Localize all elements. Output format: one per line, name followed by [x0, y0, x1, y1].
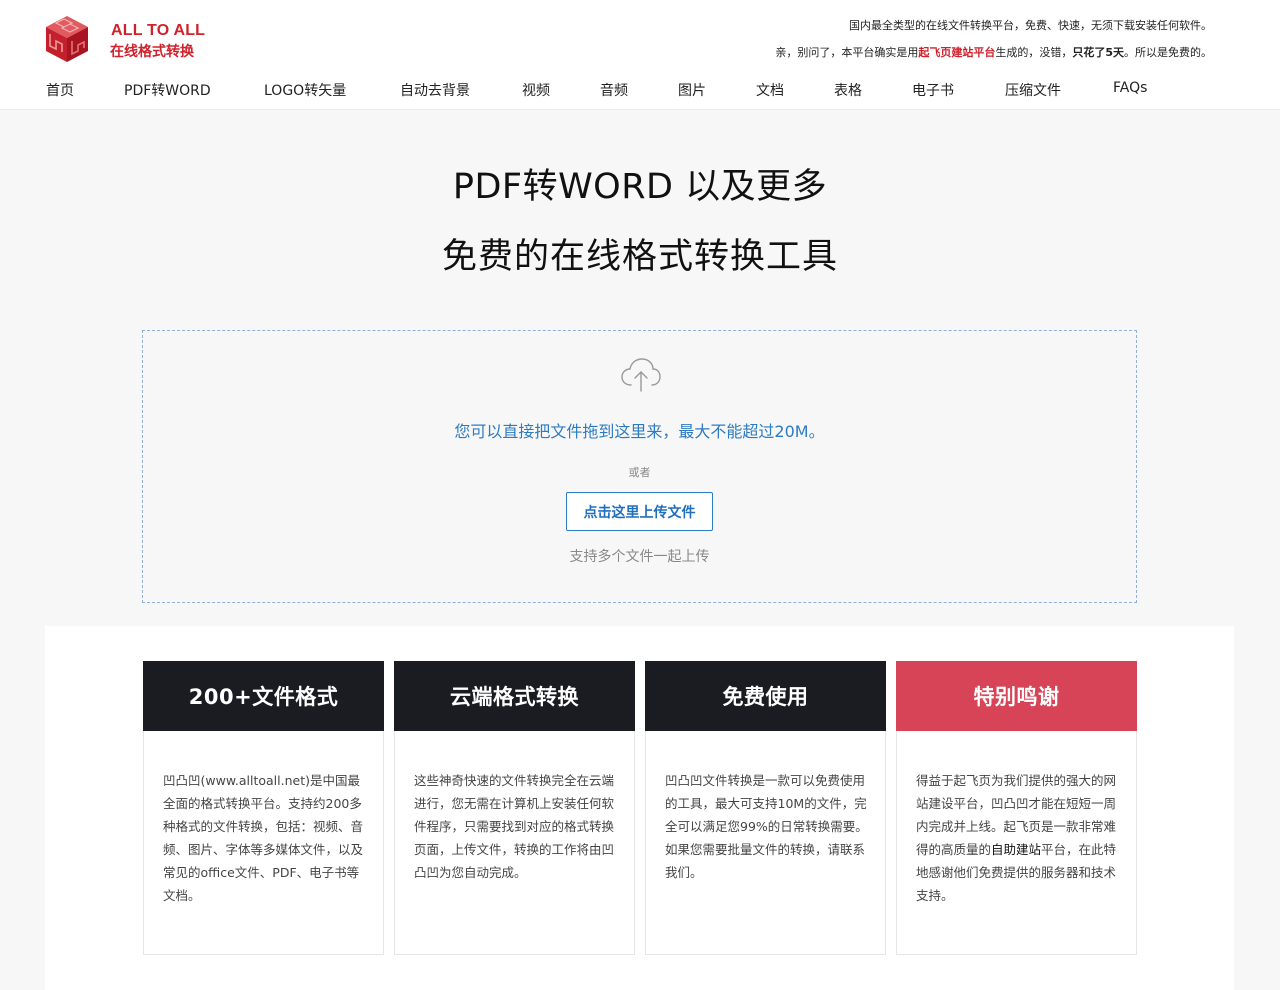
feature-card-formats: 200+文件格式 凹凸凹(www.alltoall.net)是中国最全面的格式转…: [143, 661, 384, 955]
nav-item-document[interactable]: 文档: [756, 80, 784, 100]
nav-item-audio[interactable]: 音频: [600, 80, 628, 100]
feature-text: 凹凸凹文件转换是一款可以免费使用的工具，最大可支持10M的文件，完全可以满足您9…: [665, 773, 868, 880]
multi-upload-hint: 支持多个文件一起上传: [569, 549, 710, 565]
or-separator: 或者: [628, 466, 651, 479]
nav-item-spreadsheet[interactable]: 表格: [834, 80, 862, 100]
nav-item-ebook[interactable]: 电子书: [912, 80, 954, 100]
feature-title: 云端格式转换: [394, 661, 635, 731]
platform-link[interactable]: 起飞页建站平台: [918, 46, 995, 59]
upload-drop-zone[interactable]: 您可以直接把文件拖到这里来，最大不能超过20M。 或者 点击这里上传文件 支持多…: [142, 330, 1137, 603]
nav-item-remove-background[interactable]: 自动去背景: [400, 80, 470, 100]
site-header: ALL TO ALL 在线格式转换 国内最全类型的在线文件转换平台，免费、快速，…: [0, 0, 1280, 110]
logo-title[interactable]: ALL TO ALL: [111, 22, 205, 40]
cloud-upload-icon: [621, 358, 661, 392]
upload-file-button[interactable]: 点击这里上传文件: [566, 492, 713, 531]
header-notice-2: 亲，别问了，本平台确实是用起飞页建站平台生成的，没错，只花了5天。所以是免费的。: [775, 44, 1212, 60]
feature-text: 得益于起飞页为我们提供的强大的网站建设平台，凹凸凹才能在短短一周内完成并上线。起…: [916, 769, 1122, 907]
feature-text: 凹凸凹(www.alltoall.net)是中国最全面的格式转换平台。支持约20…: [163, 773, 364, 903]
logo-subtitle[interactable]: 在线格式转换: [110, 41, 194, 61]
notice-2-pre: 亲，别问了，本平台确实是用: [775, 46, 919, 59]
feature-title: 特别鸣谢: [896, 661, 1137, 731]
nav-item-home[interactable]: 首页: [46, 80, 74, 100]
nav-item-video[interactable]: 视频: [522, 80, 550, 100]
features-section: 200+文件格式 凹凸凹(www.alltoall.net)是中国最全面的格式转…: [45, 626, 1234, 990]
feature-text: 这些神奇快速的文件转换完全在云端进行，您无需在计算机上安装任何软件程序，只需要找…: [414, 773, 615, 880]
self-build-link[interactable]: 自助建站: [991, 842, 1041, 857]
nav-item-faqs[interactable]: FAQs: [1113, 80, 1147, 96]
drag-instruction: 您可以直接把文件拖到这里来，最大不能超过20M。: [454, 422, 825, 441]
feature-card-free: 免费使用 凹凸凹文件转换是一款可以免费使用的工具，最大可支持10M的文件，完全可…: [645, 661, 886, 955]
nav-item-logo-vector[interactable]: LOGO转矢量: [264, 80, 346, 100]
notice-2-post: 。所以是免费的。: [1124, 46, 1212, 59]
nav-item-archive[interactable]: 压缩文件: [1005, 80, 1061, 100]
feature-card-cloud: 云端格式转换 这些神奇快速的文件转换完全在云端进行，您无需在计算机上安装任何软件…: [394, 661, 635, 955]
notice-2-strong: 只花了5天: [1072, 46, 1124, 59]
hero-title: PDF转WORD 以及更多: [452, 167, 828, 207]
nav-item-image[interactable]: 图片: [678, 80, 706, 100]
feature-card-thanks: 特别鸣谢 得益于起飞页为我们提供的强大的网站建设平台，凹凸凹才能在短短一周内完成…: [896, 661, 1137, 955]
main-nav: 首页 PDF转WORD LOGO转矢量 自动去背景 视频 音频 图片 文档 表格…: [0, 78, 1280, 106]
logo-cube-icon[interactable]: [42, 14, 92, 64]
feature-title: 200+文件格式: [143, 661, 384, 731]
hero-subtitle: 免费的在线格式转换工具: [441, 237, 838, 277]
nav-item-pdf-to-word[interactable]: PDF转WORD: [124, 80, 211, 100]
notice-2-mid: 生成的，没错，: [995, 46, 1073, 59]
feature-title: 免费使用: [645, 661, 886, 731]
header-notice-1: 国内最全类型的在线文件转换平台，免费、快速，无须下载安装任何软件。: [849, 19, 1212, 32]
